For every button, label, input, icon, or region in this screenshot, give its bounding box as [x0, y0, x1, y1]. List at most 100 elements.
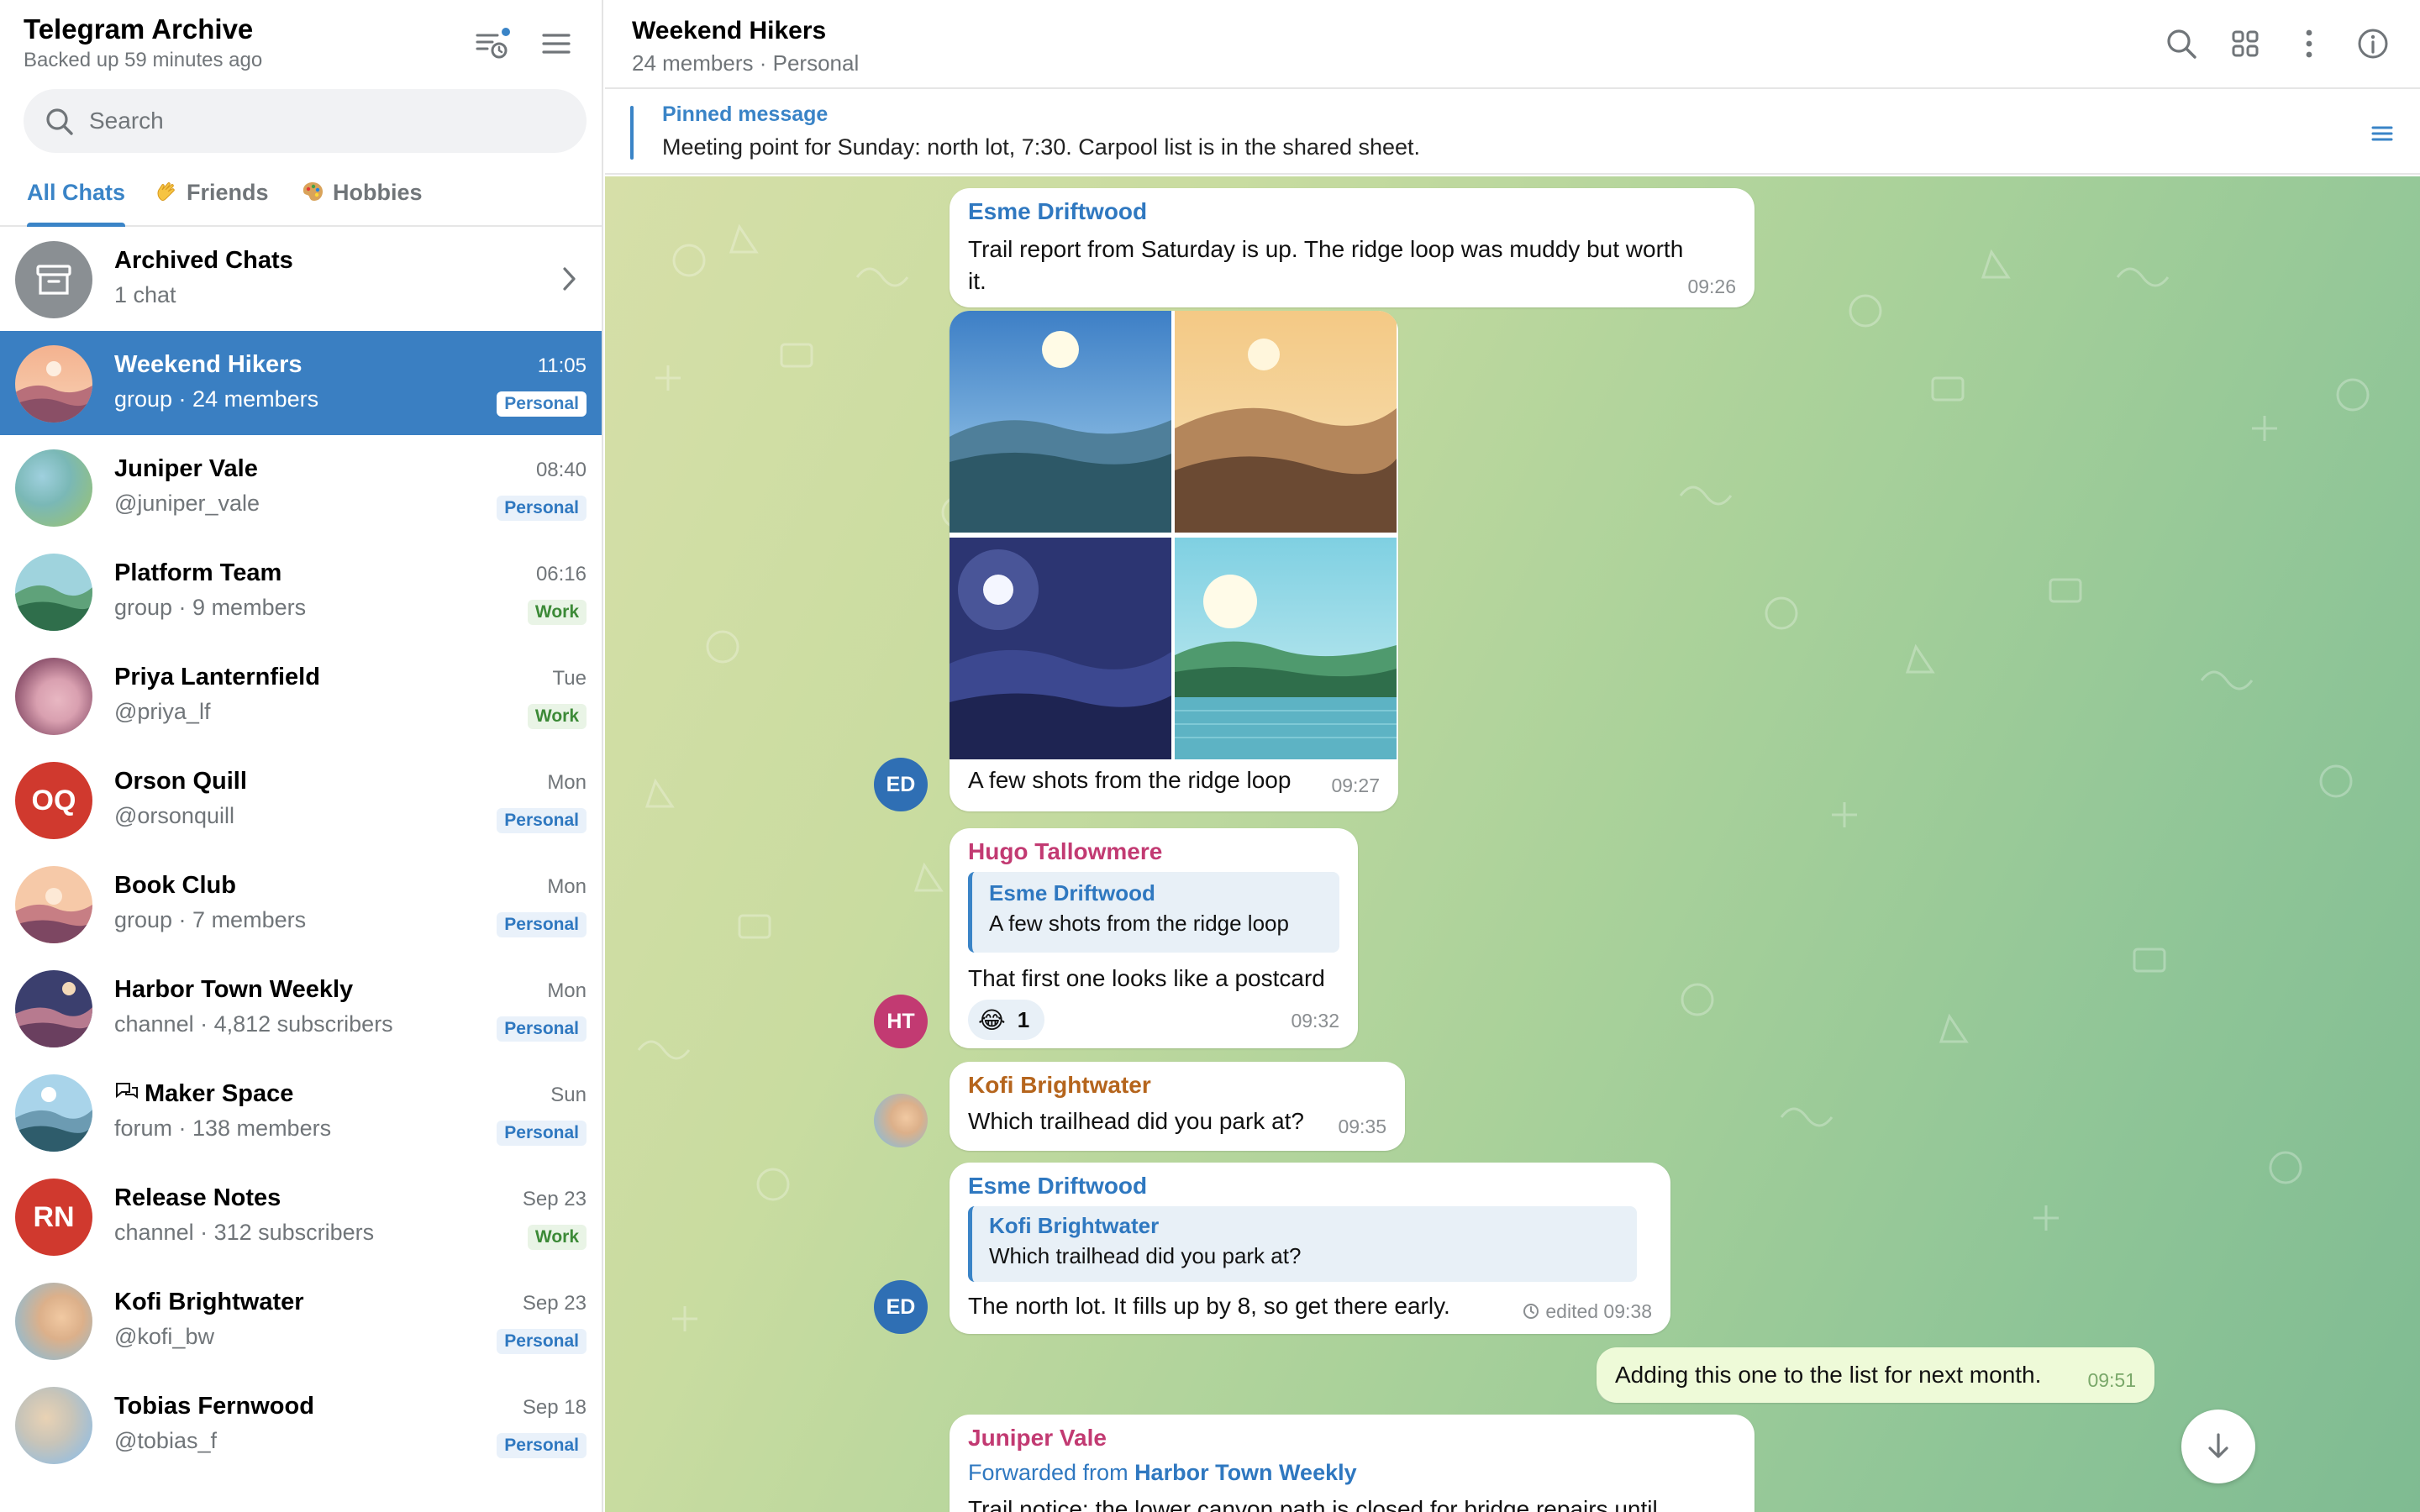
- avatar-initials: OQ: [15, 762, 92, 839]
- menu-icon[interactable]: [538, 25, 575, 62]
- message-author: Kofi Brightwater: [968, 1072, 1151, 1098]
- chat-subtitle: @juniper_vale: [114, 491, 260, 516]
- chat-time: Sep 23: [522, 1292, 587, 1315]
- avatar: [15, 554, 92, 631]
- edited-clock-icon: [1523, 1304, 1539, 1319]
- photo-album-message[interactable]: A few shots from the ridge loop 09:27: [950, 311, 1398, 811]
- chat-subtitle: @kofi_bw: [114, 1324, 214, 1349]
- avatar: [15, 1387, 92, 1464]
- search-icon[interactable]: [2163, 25, 2200, 62]
- chat-header[interactable]: Weekend Hikers 24 members · Personal: [605, 0, 2420, 89]
- more-options-icon[interactable]: [2291, 25, 2328, 62]
- chat-row-tobias-fernwood[interactable]: Tobias Fernwood @tobias_f Sep 18 Persona…: [0, 1373, 602, 1477]
- chat-name-text: Maker Space: [145, 1080, 294, 1107]
- chat-row-maker-space[interactable]: Maker Space forum · 138 members Sun Pers…: [0, 1060, 602, 1164]
- chat-name: Maker Space: [114, 1080, 293, 1108]
- chat-row-kofi-brightwater[interactable]: Kofi Brightwater @kofi_bw Sep 23 Persona…: [0, 1268, 602, 1373]
- reaction-chip[interactable]: 😂 1: [968, 1000, 1045, 1040]
- photo-1[interactable]: [950, 311, 1171, 533]
- message-time: 09:35: [1338, 1116, 1386, 1137]
- message-time: 09:26: [1687, 276, 1736, 297]
- avatar: [15, 970, 92, 1047]
- folder-tag: Work: [527, 600, 587, 625]
- reply-quote[interactable]: Esme Driftwood A few shots from the ridg…: [968, 872, 1339, 953]
- search-input[interactable]: [89, 101, 560, 141]
- forwarded-message-bubble[interactable]: Juniper Vale Forwarded from Harbor Town …: [950, 1415, 1754, 1512]
- chat-subtitle: forum · 138 members: [114, 1116, 332, 1141]
- avatar: [15, 345, 92, 423]
- folder-tag: Work: [527, 704, 587, 729]
- avatar-initials[interactable]: ED: [874, 758, 928, 811]
- avatar: [15, 866, 92, 943]
- chat-subtitle: group · 24 members: [114, 386, 319, 412]
- chat-subtitle: group · 9 members: [114, 595, 307, 620]
- archived-chats-row[interactable]: Archived Chats 1 chat: [0, 227, 602, 331]
- chat-time: Sep 23: [522, 1188, 587, 1210]
- message-bubble[interactable]: Esme Driftwood Trail report from Saturda…: [950, 188, 1754, 307]
- avatar[interactable]: [874, 1094, 928, 1147]
- tab-friends[interactable]: Friends: [155, 180, 269, 227]
- chat-subtitle: channel · 4,812 subscribers: [114, 1011, 393, 1037]
- tab-hobbies[interactable]: Hobbies: [301, 180, 423, 227]
- message-bubble[interactable]: Esme Driftwood Kofi Brightwater Which tr…: [950, 1163, 1670, 1334]
- palette-icon: [301, 180, 324, 203]
- chat-row-priya-lanternfield[interactable]: Priya Lanternfield @priya_lf Tue Work: [0, 643, 602, 748]
- app-title: Telegram Archive: [24, 13, 254, 45]
- forwarded-from[interactable]: Forwarded from Harbor Town Weekly: [968, 1457, 1357, 1488]
- reply-author: Kofi Brightwater: [989, 1213, 1160, 1238]
- outgoing-message-bubble[interactable]: Adding this one to the list for next mon…: [1597, 1347, 2154, 1403]
- chat-name: Orson Quill: [114, 768, 247, 795]
- reply-quote[interactable]: Kofi Brightwater Which trailhead did you…: [968, 1206, 1637, 1282]
- tab-all-chats[interactable]: All Chats: [27, 180, 126, 227]
- message-text: That first one looks like a postcard: [968, 965, 1325, 991]
- chat-name: Archived Chats: [114, 247, 293, 274]
- search-box[interactable]: [24, 89, 587, 153]
- chat-subtitle: 24 members · Personal: [632, 50, 860, 76]
- avatar: [15, 1283, 92, 1360]
- search-icon: [46, 108, 73, 135]
- folder-tag: Personal: [497, 1329, 587, 1354]
- avatar-initials[interactable]: ED: [874, 1280, 928, 1334]
- chat-name: Harbor Town Weekly: [114, 976, 354, 1003]
- info-icon[interactable]: [2354, 25, 2391, 62]
- forward-prefix: Forwarded from: [968, 1460, 1135, 1485]
- chat-name: Priya Lanternfield: [114, 664, 320, 690]
- reply-text: A few shots from the ridge loop: [989, 911, 1289, 936]
- pinned-label: Pinned message: [662, 102, 829, 126]
- avatar-initials[interactable]: HT: [874, 995, 928, 1048]
- chat-row-platform-team[interactable]: Platform Team group · 9 members 06:16 Wo…: [0, 539, 602, 643]
- chat-row-release-notes[interactable]: RN Release Notes channel · 312 subscribe…: [0, 1164, 602, 1268]
- chat-row-book-club[interactable]: Book Club group · 7 members Mon Personal: [0, 852, 602, 956]
- folder-tag: Personal: [497, 391, 587, 417]
- chat-time: Mon: [547, 771, 587, 794]
- folder-tag: Personal: [497, 1121, 587, 1146]
- filter-schedule-icon[interactable]: [474, 25, 511, 62]
- chat-row-orson-quill[interactable]: OQ Orson Quill @orsonquill Mon Personal: [0, 748, 602, 852]
- chat-name: Release Notes: [114, 1184, 281, 1211]
- chat-name: Kofi Brightwater: [114, 1289, 304, 1315]
- arrow-down-icon: [2208, 1433, 2228, 1458]
- message-text: Which trailhead did you park at?: [968, 1108, 1304, 1134]
- edited-time: edited 09:38: [1545, 1300, 1652, 1322]
- pinned-list-icon[interactable]: [2370, 121, 2395, 146]
- scroll-to-bottom-button[interactable]: [2181, 1410, 2255, 1483]
- photo-4[interactable]: [1175, 538, 1397, 759]
- message-time: 09:51: [2087, 1369, 2136, 1391]
- chat-list-sidebar: Telegram Archive Backed up 59 minutes ag…: [0, 0, 603, 1512]
- chat-subtitle: 1 chat: [114, 282, 176, 307]
- chat-row-juniper-vale[interactable]: Juniper Vale @juniper_vale 08:40 Persona…: [0, 435, 602, 539]
- pinned-message-bar[interactable]: Pinned message Meeting point for Sunday:…: [605, 91, 2420, 175]
- chat-row-weekend-hikers[interactable]: Weekend Hikers group · 24 members 11:05 …: [0, 331, 602, 435]
- chat-name: Tobias Fernwood: [114, 1393, 314, 1420]
- message-bubble[interactable]: Hugo Tallowmere Esme Driftwood A few sho…: [950, 828, 1358, 1048]
- reaction-count: 1: [1017, 1006, 1030, 1032]
- message-bubble[interactable]: Kofi Brightwater Which trailhead did you…: [950, 1062, 1405, 1151]
- chat-row-harbor-town-weekly[interactable]: Harbor Town Weekly channel · 4,812 subsc…: [0, 956, 602, 1060]
- photo-3[interactable]: [950, 538, 1171, 759]
- message-time: edited 09:38: [1522, 1300, 1652, 1323]
- avatar: [15, 449, 92, 527]
- photo-2[interactable]: [1175, 311, 1397, 533]
- apps-grid-icon[interactable]: [2227, 25, 2264, 62]
- forward-source[interactable]: Harbor Town Weekly: [1134, 1460, 1357, 1485]
- folder-tag: Personal: [497, 1016, 587, 1042]
